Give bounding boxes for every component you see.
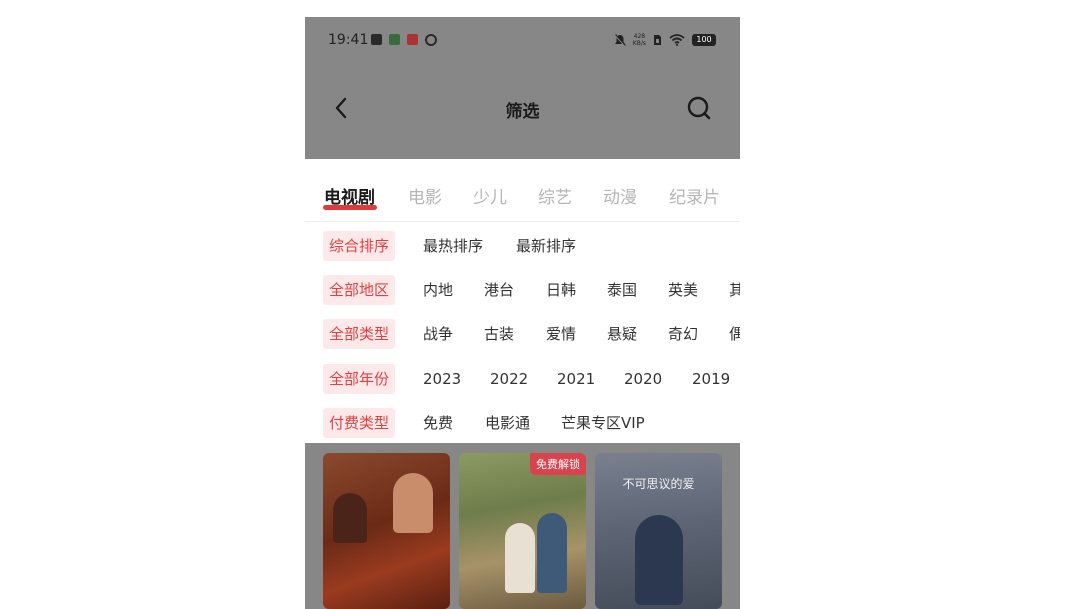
dimmed-results-area[interactable]: 免费解锁 不可思议的爱 — [305, 443, 740, 609]
link-icon — [425, 34, 437, 46]
filter-sort-selected[interactable]: 综合排序 — [323, 231, 396, 261]
filter-genre-selected[interactable]: 全部类型 — [323, 319, 396, 349]
poster-artwork — [333, 493, 367, 543]
filter-row-genre: 全部类型 战争 古装 爱情 悬疑 奇幻 偶 — [305, 319, 740, 349]
poster-artwork — [537, 513, 567, 593]
sim-icon — [654, 35, 661, 45]
filter-option[interactable]: 芒果专区VIP — [561, 408, 645, 438]
poster-card[interactable] — [323, 453, 450, 609]
tab-documentary[interactable]: 纪录片 — [669, 183, 720, 208]
poster-artwork — [635, 515, 683, 605]
filter-option[interactable]: 电影通 — [485, 408, 530, 438]
filter-option[interactable]: 内地 — [423, 275, 453, 305]
tab-variety[interactable]: 综艺 — [538, 183, 572, 208]
filter-year-selected[interactable]: 全部年份 — [323, 364, 396, 394]
app-notification-icon — [389, 34, 400, 45]
news-app-icon — [407, 34, 418, 45]
filter-row-region: 全部地区 内地 港台 日韩 泰国 英美 其 — [305, 275, 740, 305]
top-app-bar: 筛选 — [305, 79, 740, 139]
filter-option[interactable]: 英美 — [668, 275, 698, 305]
filter-option[interactable]: 日韩 — [546, 275, 576, 305]
free-unlock-badge: 免费解锁 — [530, 453, 586, 475]
filter-option[interactable]: 2019 — [692, 364, 730, 394]
filter-option[interactable]: 最热排序 — [423, 231, 483, 261]
filter-row-pay: 付费类型 免费 电影通 芒果专区VIP — [305, 408, 740, 438]
poster-artwork — [505, 523, 535, 593]
poster-card[interactable]: 不可思议的爱 — [595, 453, 722, 609]
filter-row-sort: 综合排序 最热排序 最新排序 — [305, 231, 740, 261]
sim-card-icon — [371, 34, 382, 45]
page-title: 筛选 — [505, 102, 540, 122]
poster-artwork — [393, 473, 433, 533]
filter-option[interactable]: 古装 — [484, 319, 514, 349]
system-icons: 428 KB/s 100 — [614, 33, 716, 47]
filter-option[interactable]: 2022 — [490, 364, 528, 394]
network-speed: 428 KB/s — [633, 33, 646, 47]
phone-screen: 19:41 428 KB/s 100 筛选 电视剧 电影 少儿 综艺 动漫 纪录… — [305, 17, 740, 609]
filter-option[interactable]: 战争 — [423, 319, 453, 349]
notification-icons — [371, 34, 437, 46]
filter-option[interactable]: 悬疑 — [607, 319, 637, 349]
mute-bell-icon — [614, 33, 626, 47]
active-tab-indicator — [323, 205, 377, 210]
battery-icon: 100 — [692, 34, 716, 46]
net-speed-unit: KB/s — [632, 40, 646, 47]
poster-title: 不可思议的爱 — [622, 477, 695, 491]
filter-option[interactable]: 港台 — [484, 275, 514, 305]
net-speed-value: 428 — [633, 33, 646, 40]
tab-kids[interactable]: 少儿 — [473, 183, 507, 208]
tab-anime[interactable]: 动漫 — [603, 183, 637, 208]
filter-option[interactable]: 泰国 — [607, 275, 637, 305]
search-icon[interactable] — [686, 95, 712, 121]
filter-option[interactable]: 偶 — [729, 319, 740, 349]
filter-option[interactable]: 免费 — [423, 408, 453, 438]
filter-option[interactable]: 2021 — [557, 364, 595, 394]
category-tabs: 电视剧 电影 少儿 综艺 动漫 纪录片 — [305, 159, 740, 222]
dimmed-header-area[interactable]: 19:41 428 KB/s 100 筛选 — [305, 17, 740, 159]
filter-row-year: 全部年份 2023 2022 2021 2020 2019 — [305, 364, 740, 394]
filter-panel: 电视剧 电影 少儿 综艺 动漫 纪录片 综合排序 最热排序 最新排序 全部地区 … — [305, 159, 740, 443]
wifi-icon — [669, 34, 685, 46]
status-time: 19:41 — [328, 32, 369, 48]
filter-option[interactable]: 2020 — [624, 364, 662, 394]
filter-option[interactable]: 最新排序 — [516, 231, 576, 261]
status-bar: 19:41 428 KB/s 100 — [305, 17, 740, 65]
filter-option[interactable]: 爱情 — [546, 319, 576, 349]
filter-option[interactable]: 奇幻 — [668, 319, 698, 349]
filter-option[interactable]: 2023 — [423, 364, 461, 394]
filter-region-selected[interactable]: 全部地区 — [323, 275, 396, 305]
filter-pay-selected[interactable]: 付费类型 — [323, 408, 396, 438]
filter-option[interactable]: 其 — [729, 275, 740, 305]
tab-movie[interactable]: 电影 — [408, 183, 442, 208]
poster-card[interactable]: 免费解锁 — [459, 453, 586, 609]
